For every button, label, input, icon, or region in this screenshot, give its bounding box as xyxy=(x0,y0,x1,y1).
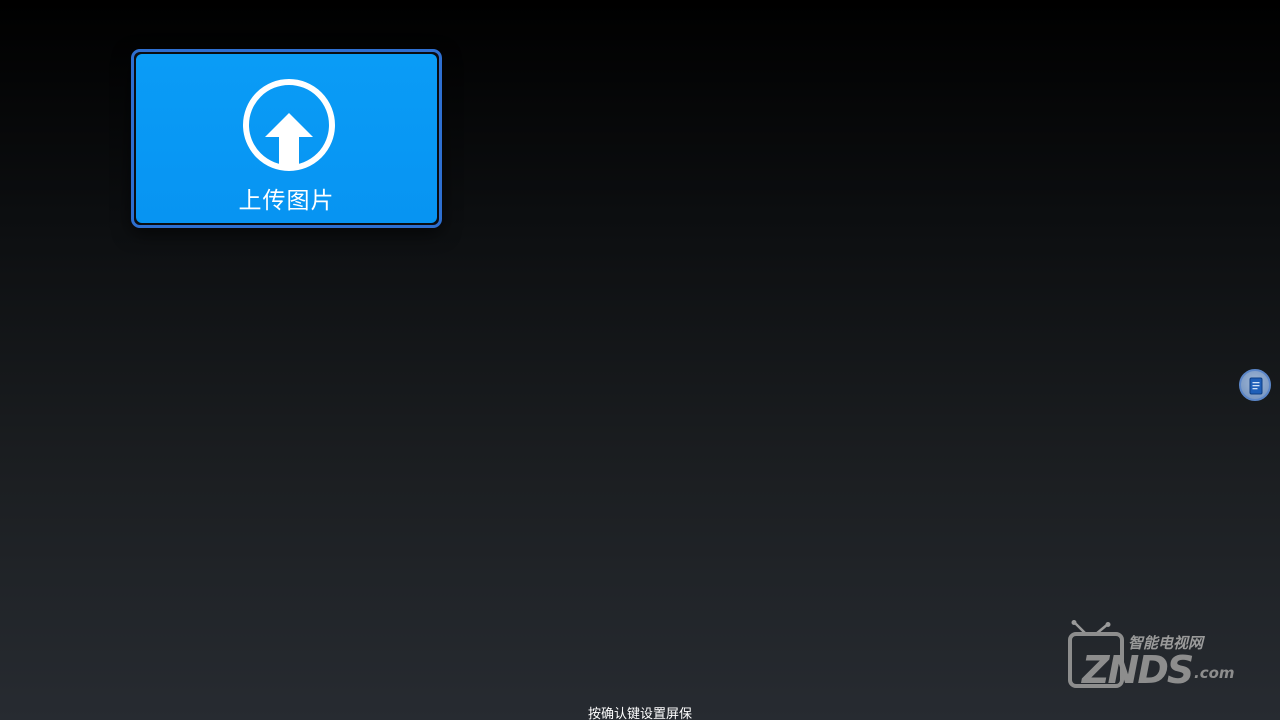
znds-watermark-logo: 智能电视网 ZNDS .com xyxy=(1066,620,1236,692)
upload-picture-tile[interactable]: 上传图片 xyxy=(131,49,442,228)
side-document-button[interactable] xyxy=(1239,369,1271,401)
watermark-suffix-text: .com xyxy=(1194,664,1235,682)
screensaver-hint: 按确认键设置屏保 xyxy=(587,707,692,720)
watermark-main-text: ZNDS xyxy=(1082,648,1194,692)
upload-picture-label: 上传图片 xyxy=(238,188,335,214)
document-icon xyxy=(1249,377,1263,395)
upload-picture-button[interactable]: 上传图片 xyxy=(136,54,437,223)
upload-arrow-circle-icon xyxy=(243,79,335,171)
